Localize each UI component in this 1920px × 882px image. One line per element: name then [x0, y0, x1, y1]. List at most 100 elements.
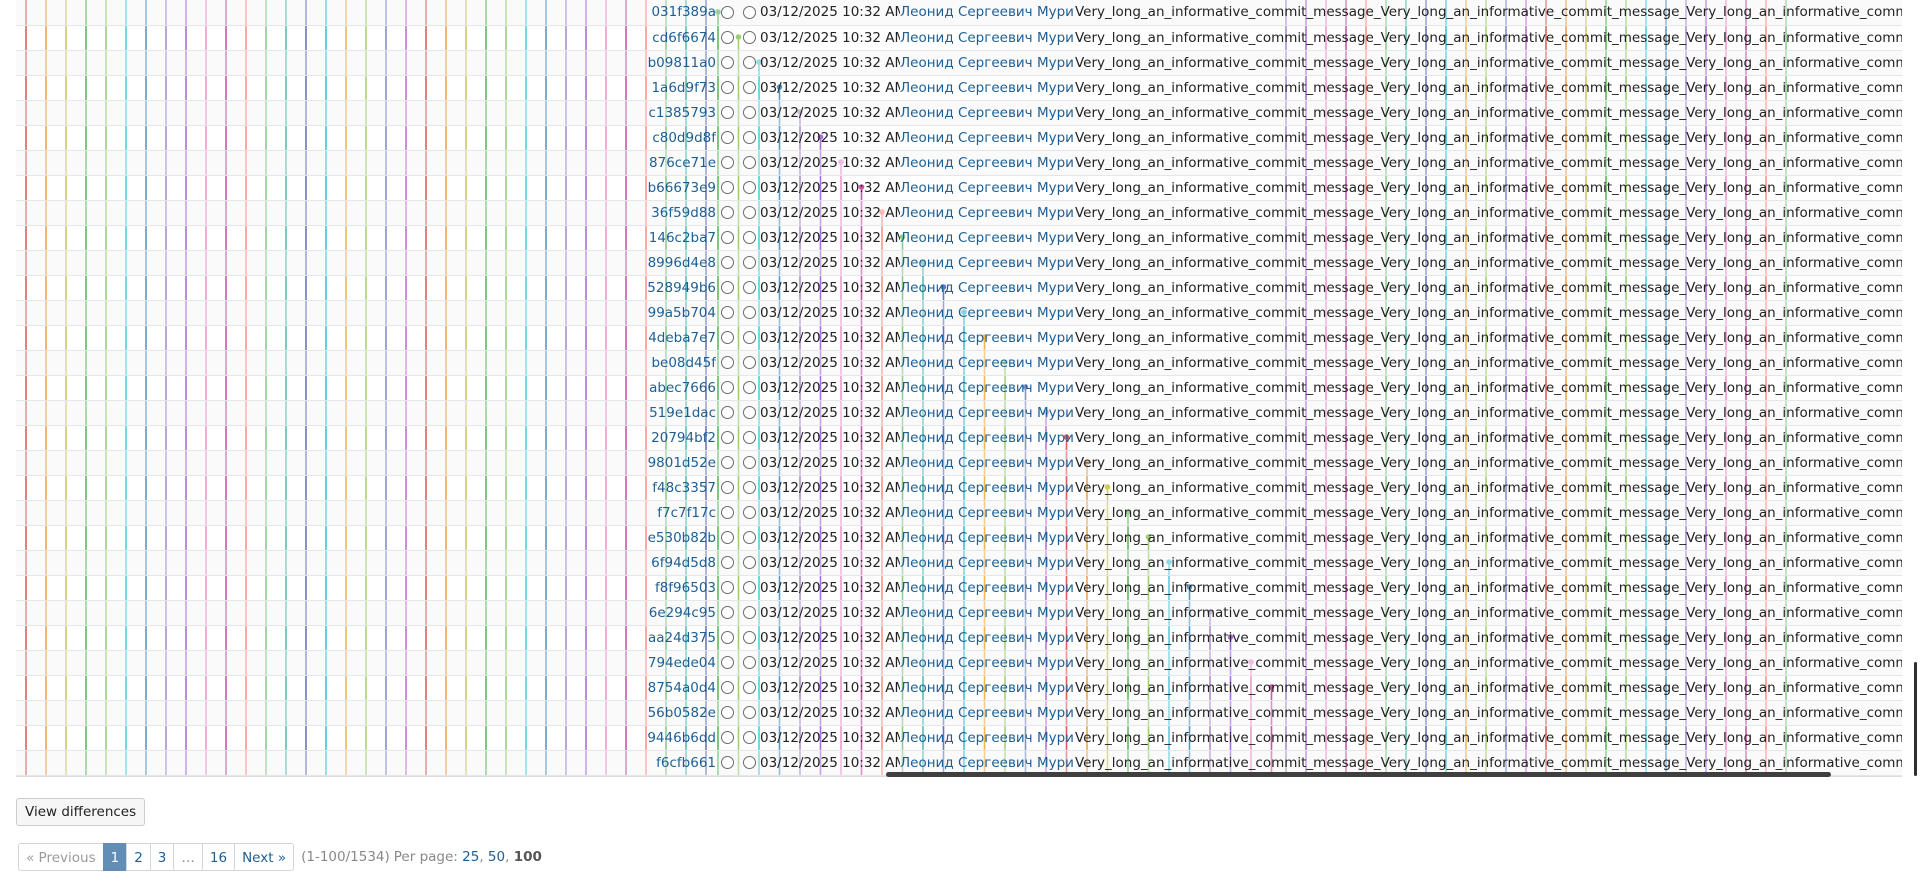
- revision-link[interactable]: cd6f6674: [652, 30, 716, 46]
- author-link[interactable]: Леонид Сергеевич Мурин: [900, 630, 1075, 646]
- author-link[interactable]: Леонид Сергеевич Мурин: [900, 255, 1075, 271]
- author-link[interactable]: Леонид Сергеевич Мурин: [900, 430, 1075, 446]
- compare-to-radio[interactable]: [742, 256, 756, 269]
- per-page-50[interactable]: 50: [488, 849, 505, 865]
- compare-to-radio[interactable]: [742, 606, 756, 619]
- compare-to-radio[interactable]: [742, 581, 756, 594]
- compare-to-radio[interactable]: [742, 181, 756, 194]
- author-link[interactable]: Леонид Сергеевич Мурин: [900, 130, 1075, 146]
- revision-link[interactable]: c1385793: [648, 105, 716, 121]
- compare-to-radio[interactable]: [742, 756, 756, 769]
- compare-from-radio[interactable]: [720, 756, 734, 769]
- revision-link[interactable]: 146c2ba7: [649, 230, 716, 246]
- revision-link[interactable]: 36f59d88: [651, 205, 716, 221]
- revision-link[interactable]: 528949b6: [647, 280, 716, 296]
- author-link[interactable]: Леонид Сергеевич Мурин: [900, 480, 1075, 496]
- horizontal-scrollbar[interactable]: [886, 772, 1831, 777]
- revision-link[interactable]: 20794bf2: [651, 430, 716, 446]
- compare-from-radio[interactable]: [720, 456, 734, 469]
- compare-to-radio[interactable]: [742, 5, 756, 19]
- revision-link[interactable]: f8f96503: [655, 580, 716, 596]
- author-link[interactable]: Леонид Сергеевич Мурин: [900, 80, 1075, 96]
- author-link[interactable]: Леонид Сергеевич Мурин: [900, 555, 1075, 571]
- revision-link[interactable]: 6f94d5d8: [651, 555, 716, 571]
- author-link[interactable]: Леонид Сергеевич Мурин: [900, 355, 1075, 371]
- author-link[interactable]: Леонид Сергеевич Мурин: [900, 730, 1075, 746]
- compare-from-radio[interactable]: [720, 131, 734, 144]
- author-link[interactable]: Леонид Сергеевич Мурин: [900, 180, 1075, 196]
- compare-from-radio[interactable]: [720, 356, 734, 369]
- author-link[interactable]: Леонид Сергеевич Мурин: [900, 205, 1075, 221]
- revision-link[interactable]: 4deba7e7: [648, 330, 716, 346]
- author-link[interactable]: Леонид Сергеевич Мурин: [900, 105, 1075, 121]
- revision-link[interactable]: 519e1dac: [649, 405, 716, 421]
- author-link[interactable]: Леонид Сергеевич Мурин: [900, 4, 1075, 20]
- compare-from-radio[interactable]: [720, 306, 734, 319]
- compare-to-radio[interactable]: [742, 731, 756, 744]
- compare-from-radio[interactable]: [720, 531, 734, 544]
- author-link[interactable]: Леонид Сергеевич Мурин: [900, 305, 1075, 321]
- compare-from-radio[interactable]: [720, 206, 734, 219]
- compare-from-radio[interactable]: [720, 681, 734, 694]
- revision-link[interactable]: 1a6d9f73: [651, 80, 716, 96]
- pagination-previous[interactable]: « Previous: [18, 843, 104, 871]
- compare-to-radio[interactable]: [742, 281, 756, 294]
- compare-to-radio[interactable]: [742, 356, 756, 369]
- compare-from-radio[interactable]: [720, 106, 734, 119]
- author-link[interactable]: Леонид Сергеевич Мурин: [900, 580, 1075, 596]
- compare-from-radio[interactable]: [720, 581, 734, 594]
- compare-to-radio[interactable]: [742, 481, 756, 494]
- revision-link[interactable]: 031f389a: [651, 4, 716, 20]
- author-link[interactable]: Леонид Сергеевич Мурин: [900, 405, 1075, 421]
- revision-link[interactable]: f48c3357: [652, 480, 716, 496]
- compare-from-radio[interactable]: [720, 5, 734, 19]
- revision-link[interactable]: 9801d52e: [648, 455, 716, 471]
- author-link[interactable]: Леонид Сергеевич Мурин: [900, 605, 1075, 621]
- compare-to-radio[interactable]: [742, 556, 756, 569]
- compare-to-radio[interactable]: [742, 406, 756, 419]
- author-link[interactable]: Леонид Сергеевич Мурин: [900, 455, 1075, 471]
- compare-from-radio[interactable]: [720, 156, 734, 169]
- compare-from-radio[interactable]: [720, 256, 734, 269]
- compare-to-radio[interactable]: [742, 706, 756, 719]
- revision-link[interactable]: 876ce71e: [649, 155, 716, 171]
- revision-link[interactable]: b66673e9: [648, 180, 716, 196]
- compare-to-radio[interactable]: [742, 431, 756, 444]
- author-link[interactable]: Леонид Сергеевич Мурин: [900, 280, 1075, 296]
- revision-link[interactable]: 794ede04: [648, 655, 716, 671]
- compare-from-radio[interactable]: [720, 556, 734, 569]
- compare-from-radio[interactable]: [720, 231, 734, 244]
- compare-to-radio[interactable]: [742, 656, 756, 669]
- compare-from-radio[interactable]: [720, 56, 734, 69]
- author-link[interactable]: Леонид Сергеевич Мурин: [900, 530, 1075, 546]
- view-differences-button[interactable]: View differences: [16, 798, 146, 826]
- revision-link[interactable]: abec7666: [649, 380, 716, 396]
- revision-link[interactable]: 8754a0d4: [648, 680, 716, 696]
- compare-to-radio[interactable]: [742, 56, 756, 69]
- compare-to-radio[interactable]: [742, 631, 756, 644]
- compare-to-radio[interactable]: [742, 381, 756, 394]
- compare-from-radio[interactable]: [720, 706, 734, 719]
- pagination-next[interactable]: Next »: [234, 843, 295, 871]
- author-link[interactable]: Леонид Сергеевич Мурин: [900, 55, 1075, 71]
- revision-link[interactable]: e530b82b: [648, 530, 716, 546]
- compare-to-radio[interactable]: [742, 506, 756, 519]
- author-link[interactable]: Леонид Сергеевич Мурин: [900, 680, 1075, 696]
- compare-to-radio[interactable]: [742, 156, 756, 169]
- revision-link[interactable]: 8996d4e8: [648, 255, 716, 271]
- per-page-25[interactable]: 25: [462, 849, 479, 865]
- author-link[interactable]: Леонид Сергеевич Мурин: [900, 705, 1075, 721]
- author-link[interactable]: Леонид Сергеевич Мурин: [900, 30, 1075, 46]
- revision-link[interactable]: be08d45f: [651, 355, 716, 371]
- revision-link[interactable]: aa24d375: [648, 630, 716, 646]
- author-link[interactable]: Леонид Сергеевич Мурин: [900, 755, 1075, 771]
- pagination-page-3[interactable]: 3: [149, 843, 175, 871]
- author-link[interactable]: Леонид Сергеевич Мурин: [900, 330, 1075, 346]
- compare-from-radio[interactable]: [720, 406, 734, 419]
- revision-link[interactable]: 56b0582e: [648, 705, 716, 721]
- compare-to-radio[interactable]: [742, 31, 756, 44]
- compare-to-radio[interactable]: [742, 331, 756, 344]
- compare-to-radio[interactable]: [742, 456, 756, 469]
- compare-from-radio[interactable]: [720, 731, 734, 744]
- author-link[interactable]: Леонид Сергеевич Мурин: [900, 380, 1075, 396]
